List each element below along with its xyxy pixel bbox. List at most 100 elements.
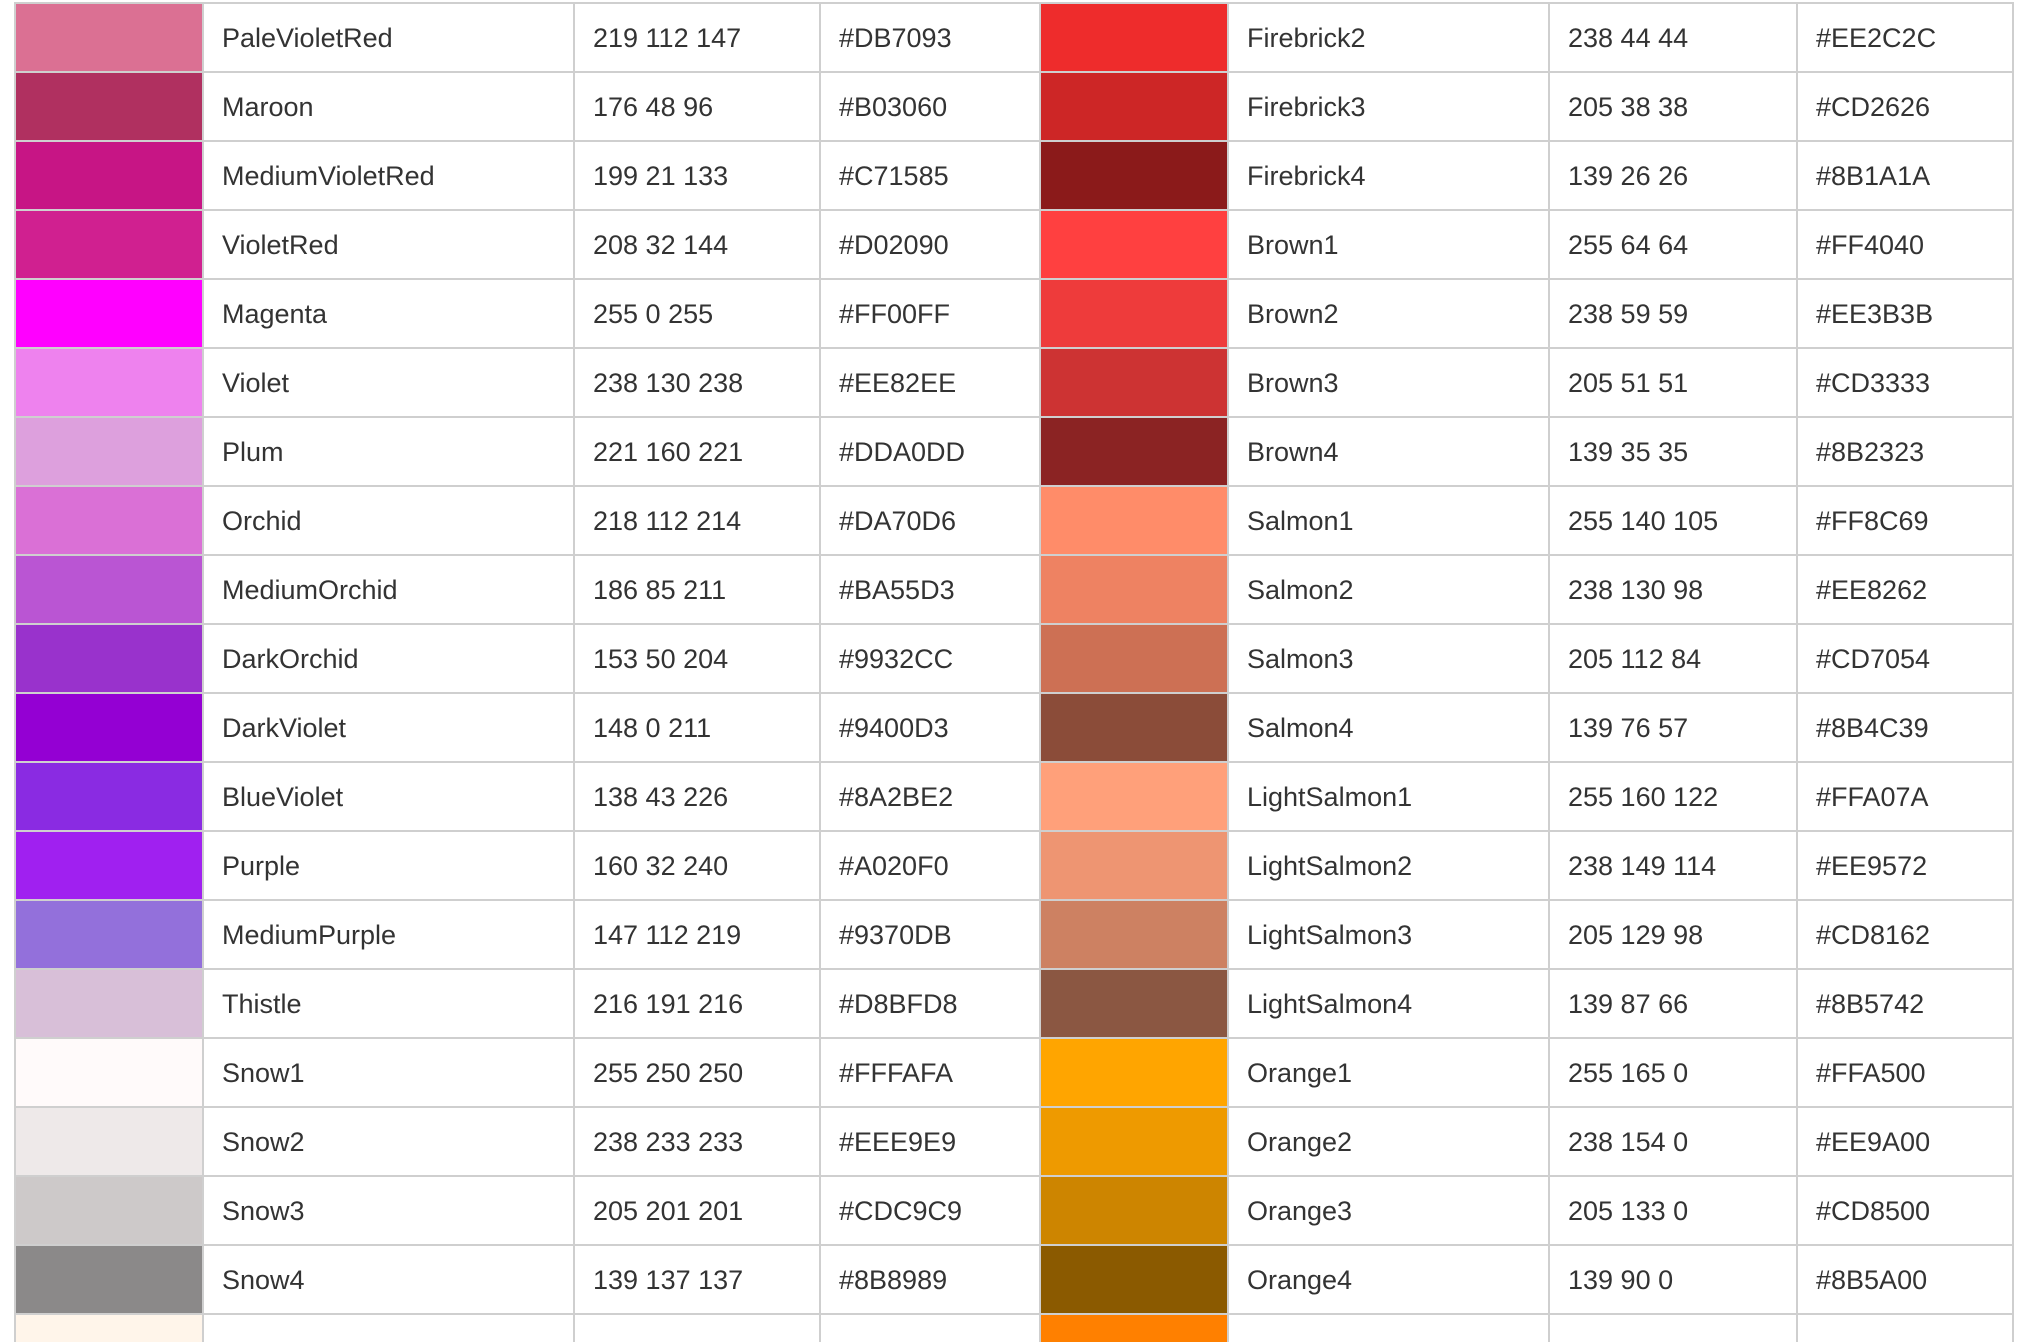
hex-value-cell: #DA70D6 bbox=[819, 485, 1041, 556]
hex-value-cell: #8A2BE2 bbox=[819, 761, 1041, 832]
hex-value-cell: #CD8162 bbox=[1796, 899, 2014, 970]
color-swatch bbox=[14, 623, 204, 694]
rgb-value-cell: 238 233 233 bbox=[573, 1106, 821, 1177]
color-table: PaleVioletRed 219 112 147 #DB7093 Firebrick… bbox=[14, 2, 2014, 1342]
color-swatch bbox=[1039, 899, 1229, 970]
color-name-cell: LightSalmon3 bbox=[1227, 899, 1550, 970]
rgb-value-cell: 255 160 122 bbox=[1548, 761, 1798, 832]
color-name-cell: Orange1 bbox=[1227, 1037, 1550, 1108]
hex-value-cell: #CD7054 bbox=[1796, 623, 2014, 694]
table-row: Magenta 255 0 255 #FF00FF Brown2 238 59 59 #E… bbox=[14, 278, 2014, 349]
table-row: Violet 238 130 238 #EE82EE Brown3 205 51 51 #… bbox=[14, 347, 2014, 418]
hex-value-cell: #C71585 bbox=[819, 140, 1041, 211]
table-row: MediumVioletRed 199 21 133 #C71585 Firebric… bbox=[14, 140, 2014, 211]
hex-value-cell: #8B8989 bbox=[819, 1244, 1041, 1315]
rgb-value-cell: 205 201 201 bbox=[573, 1175, 821, 1246]
rgb-value-cell: 238 130 98 bbox=[1548, 554, 1798, 625]
rgb-value-cell: 238 154 0 bbox=[1548, 1106, 1798, 1177]
color-swatch bbox=[1039, 623, 1229, 694]
color-name-cell: DarkOrchid bbox=[202, 623, 575, 694]
color-swatch bbox=[14, 485, 204, 556]
rgb-value-cell: 219 112 147 bbox=[573, 2, 821, 73]
color-swatch bbox=[1039, 1244, 1229, 1315]
color-swatch bbox=[14, 554, 204, 625]
color-name-cell: Firebrick2 bbox=[1227, 2, 1550, 73]
color-table-body: PaleVioletRed 219 112 147 #DB7093 Firebrick… bbox=[14, 2, 2014, 1342]
table-row: Plum 221 160 221 #DDA0DD Brown4 139 35 35 #8B… bbox=[14, 416, 2014, 487]
color-swatch bbox=[1039, 71, 1229, 142]
table-row: Thistle 216 191 216 #D8BFD8 LightSalmon4 139… bbox=[14, 968, 2014, 1039]
color-name-cell: Plum bbox=[202, 416, 575, 487]
color-name-cell: BlueViolet bbox=[202, 761, 575, 832]
color-name-cell: PaleVioletRed bbox=[202, 2, 575, 73]
color-swatch bbox=[1039, 278, 1229, 349]
hex-value-cell: #8B5742 bbox=[1796, 968, 2014, 1039]
rgb-value-cell: 147 112 219 bbox=[573, 899, 821, 970]
color-swatch bbox=[1039, 140, 1229, 211]
table-row: VioletRed 208 32 144 #D02090 Brown1 255 64 6… bbox=[14, 209, 2014, 280]
rgb-value-cell: 208 32 144 bbox=[573, 209, 821, 280]
color-swatch bbox=[14, 347, 204, 418]
color-swatch bbox=[1039, 416, 1229, 487]
rgb-value-cell: 153 50 204 bbox=[573, 623, 821, 694]
hex-value-cell: #EE9572 bbox=[1796, 830, 2014, 901]
color-name-cell: Thistle bbox=[202, 968, 575, 1039]
color-swatch bbox=[1039, 2, 1229, 73]
color-name-cell: Brown2 bbox=[1227, 278, 1550, 349]
color-swatch bbox=[14, 71, 204, 142]
hex-value-cell: #FFA500 bbox=[1796, 1037, 2014, 1108]
color-name-cell: LightSalmon1 bbox=[1227, 761, 1550, 832]
color-name-cell: Salmon2 bbox=[1227, 554, 1550, 625]
color-name-cell: Magenta bbox=[202, 278, 575, 349]
color-swatch bbox=[14, 1037, 204, 1108]
color-swatch bbox=[1039, 830, 1229, 901]
color-name-cell: MediumVioletRed bbox=[202, 140, 575, 211]
hex-value-cell: #EEE9E9 bbox=[819, 1106, 1041, 1177]
color-name-cell: Brown1 bbox=[1227, 209, 1550, 280]
color-name-cell: Firebrick4 bbox=[1227, 140, 1550, 211]
hex-value-cell: #DDA0DD bbox=[819, 416, 1041, 487]
rgb-value-cell: 218 112 214 bbox=[573, 485, 821, 556]
table-row: MediumPurple 147 112 219 #9370DB LightSalmo… bbox=[14, 899, 2014, 970]
color-swatch bbox=[1039, 1175, 1229, 1246]
rgb-value-cell: 238 149 114 bbox=[1548, 830, 1798, 901]
color-swatch bbox=[14, 209, 204, 280]
rgb-value-cell: 205 129 98 bbox=[1548, 899, 1798, 970]
table-row: PaleVioletRed 219 112 147 #DB7093 Firebrick… bbox=[14, 2, 2014, 73]
rgb-value-cell: 176 48 96 bbox=[573, 71, 821, 142]
table-row: Orchid 218 112 214 #DA70D6 Salmon1 255 140 1… bbox=[14, 485, 2014, 556]
hex-value-cell: #8B2323 bbox=[1796, 416, 2014, 487]
table-row: MediumOrchid 186 85 211 #BA55D3 Salmon2 238 … bbox=[14, 554, 2014, 625]
table-row: DarkViolet 148 0 211 #9400D3 Salmon4 139 76 … bbox=[14, 692, 2014, 763]
rgb-value-cell: 205 112 84 bbox=[1548, 623, 1798, 694]
rgb-value-cell: 139 90 0 bbox=[1548, 1244, 1798, 1315]
hex-value-cell: #EE9A00 bbox=[1796, 1106, 2014, 1177]
color-name-cell: Snow1 bbox=[202, 1037, 575, 1108]
rgb-value-cell: 205 133 0 bbox=[1548, 1175, 1798, 1246]
hex-value-cell: #EE3B3B bbox=[1796, 278, 2014, 349]
hex-value-cell: #FFA07A bbox=[1796, 761, 2014, 832]
color-swatch bbox=[14, 1313, 204, 1342]
color-swatch bbox=[14, 1106, 204, 1177]
hex-value-cell: #FF8C69 bbox=[1796, 485, 2014, 556]
color-name-cell: Snow2 bbox=[202, 1106, 575, 1177]
color-swatch bbox=[14, 278, 204, 349]
rgb-value-cell: 186 85 211 bbox=[573, 554, 821, 625]
hex-value-cell: #DB7093 bbox=[819, 2, 1041, 73]
empty-cell bbox=[1548, 1313, 1798, 1342]
rgb-value-cell: 216 191 216 bbox=[573, 968, 821, 1039]
hex-value-cell: #EE2C2C bbox=[1796, 2, 2014, 73]
hex-value-cell: #CD8500 bbox=[1796, 1175, 2014, 1246]
color-swatch bbox=[14, 899, 204, 970]
color-name-cell: Snow3 bbox=[202, 1175, 575, 1246]
table-row-partial bbox=[14, 1313, 2014, 1342]
rgb-value-cell: 255 165 0 bbox=[1548, 1037, 1798, 1108]
rgb-value-cell: 255 250 250 bbox=[573, 1037, 821, 1108]
table-row: BlueViolet 138 43 226 #8A2BE2 LightSalmon1 2… bbox=[14, 761, 2014, 832]
color-name-cell: VioletRed bbox=[202, 209, 575, 280]
rgb-value-cell: 205 38 38 bbox=[1548, 71, 1798, 142]
rgb-value-cell: 238 130 238 bbox=[573, 347, 821, 418]
rgb-value-cell: 148 0 211 bbox=[573, 692, 821, 763]
color-name-cell: Salmon4 bbox=[1227, 692, 1550, 763]
hex-value-cell: #8B5A00 bbox=[1796, 1244, 2014, 1315]
